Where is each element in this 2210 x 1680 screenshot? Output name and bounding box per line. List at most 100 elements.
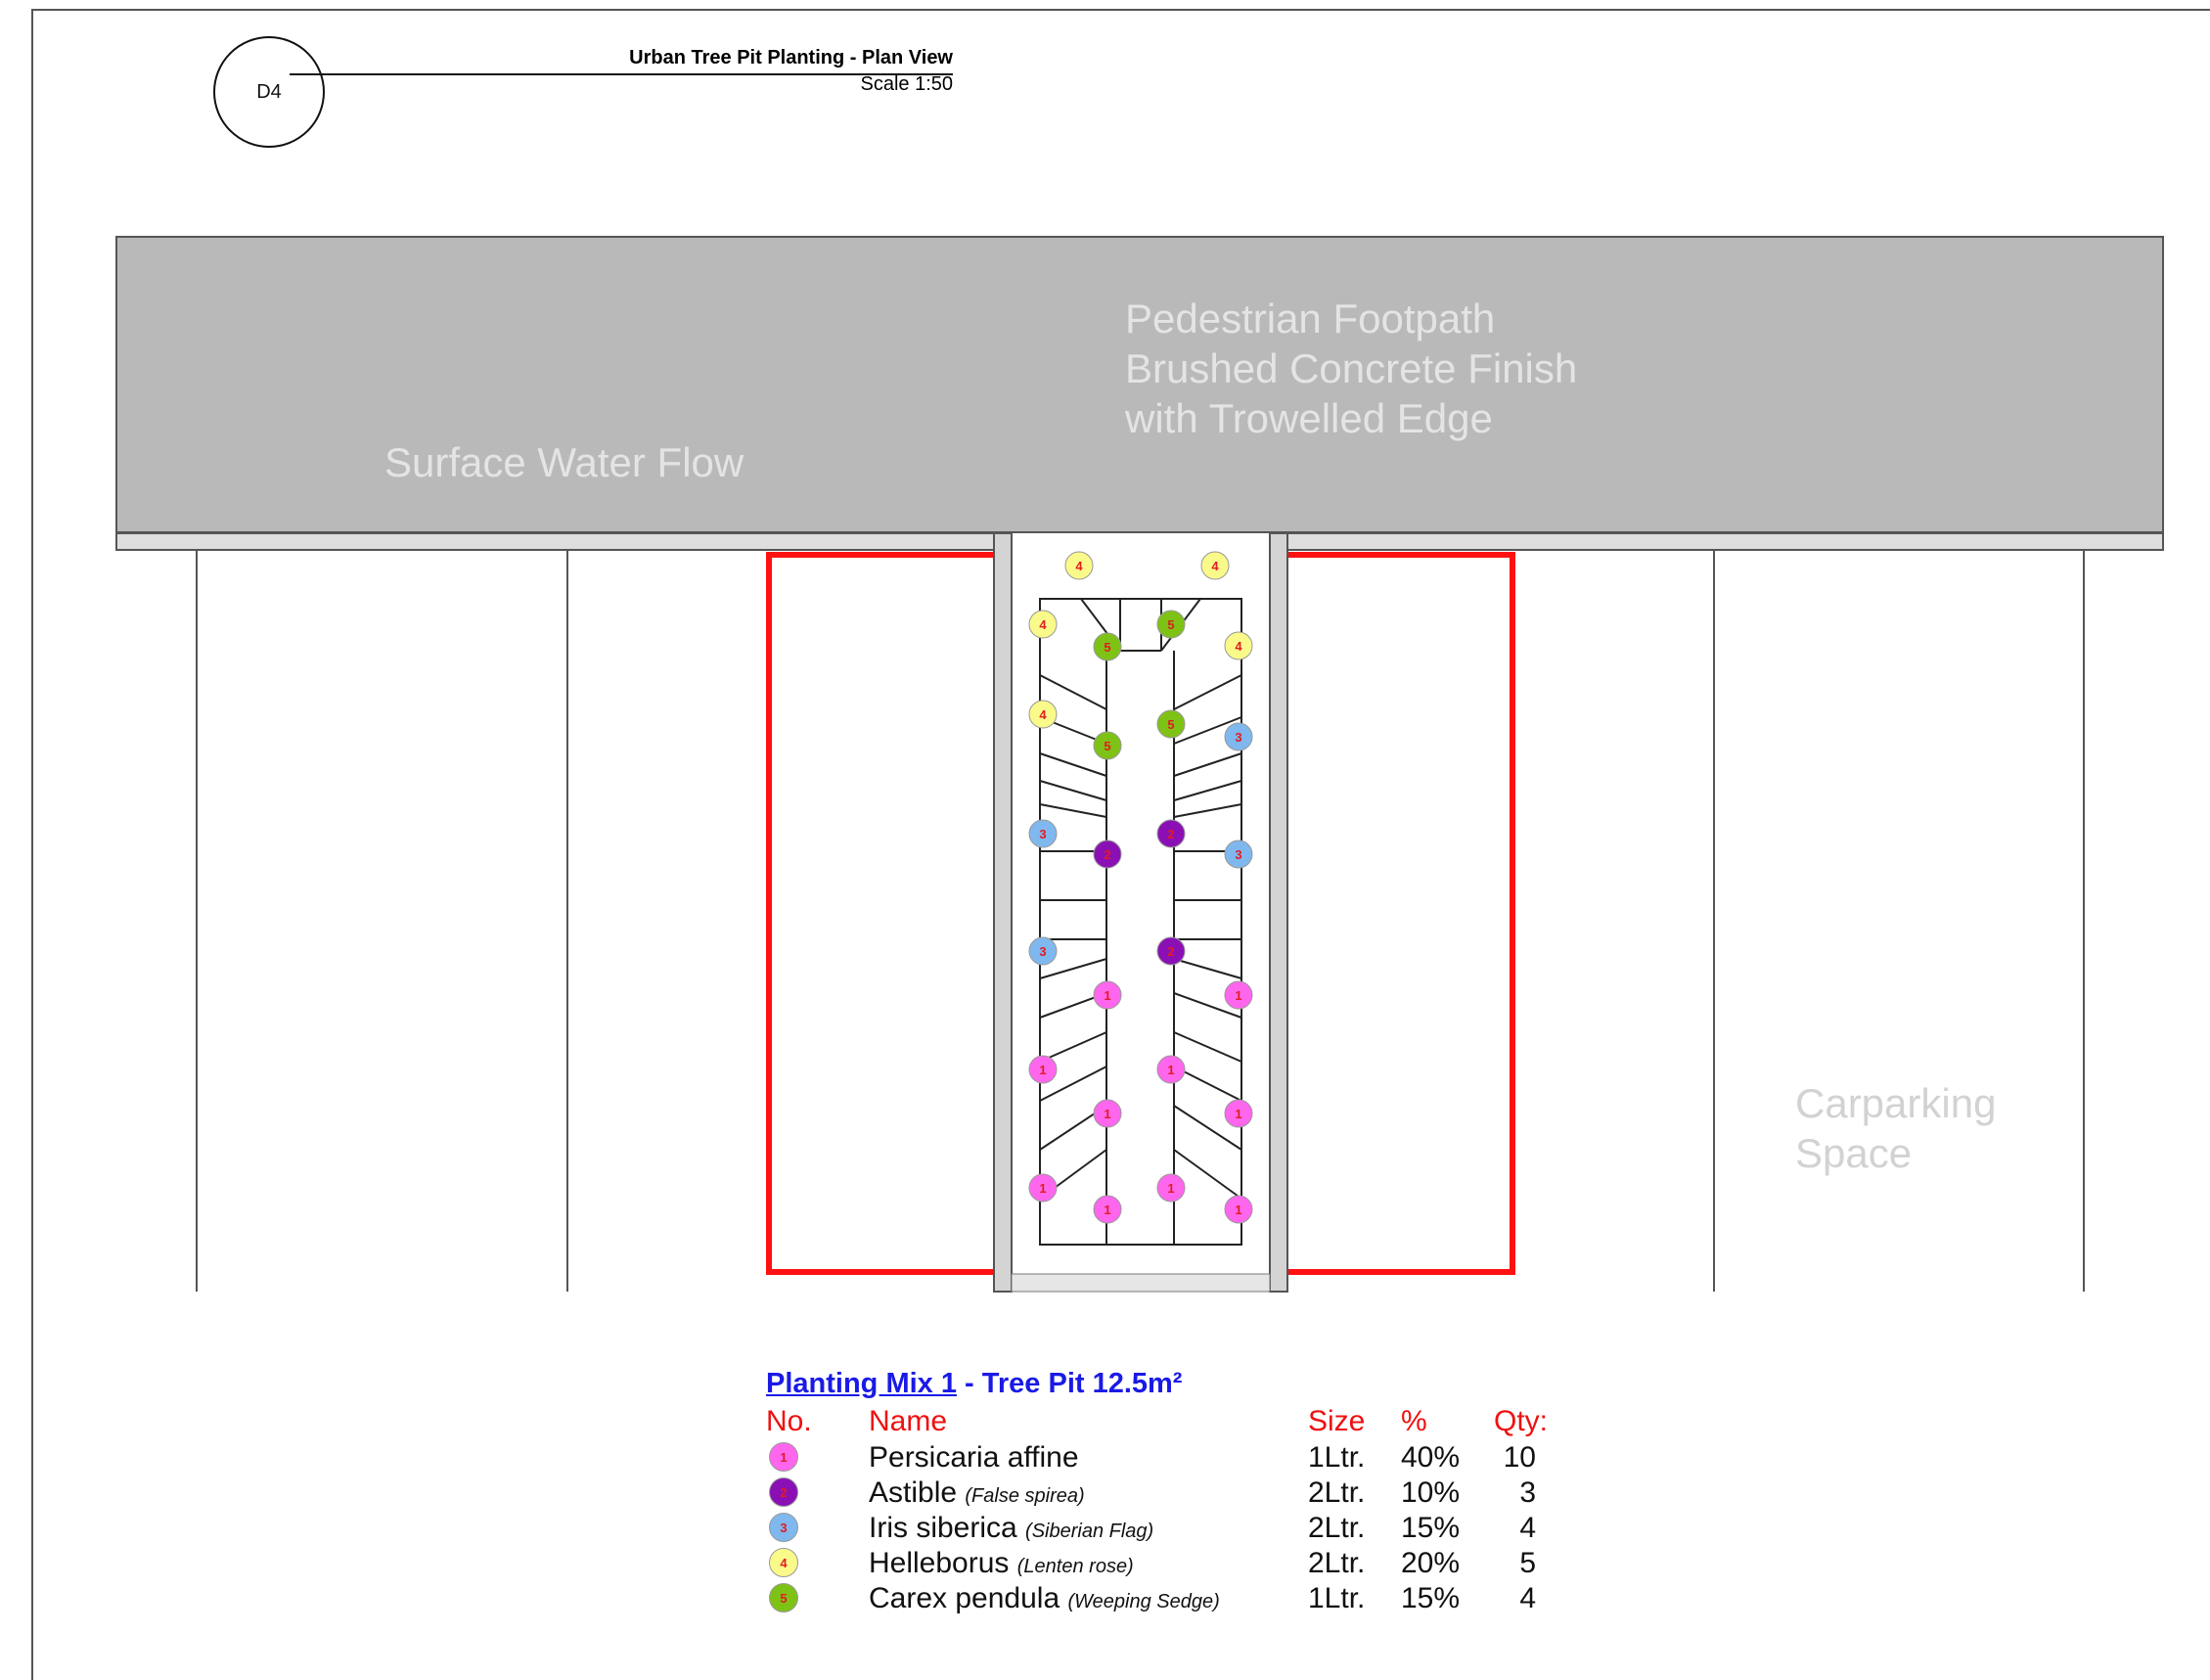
legend-header-pct: %: [1401, 1405, 1427, 1437]
plant-marker-species-1: 1: [1224, 1099, 1253, 1128]
plant-marker-number: 3: [1235, 730, 1241, 745]
plant-marker-number: 4: [1039, 707, 1047, 722]
legend-species-name: Iris siberica (Siberian Flag): [869, 1512, 1153, 1545]
legend-quantity: 5: [1519, 1547, 1536, 1579]
plant-marker-number: 5: [1167, 717, 1174, 732]
plant-marker-number: 1: [1104, 988, 1110, 1003]
plant-marker-number: 3: [1039, 827, 1046, 841]
plant-marker-number: 2: [1167, 944, 1174, 959]
legend-species-latin: Persicaria affine: [869, 1441, 1079, 1474]
plant-marker-number: 1: [1235, 1107, 1241, 1121]
pit-channel-threshold: [1011, 1273, 1271, 1293]
plant-marker-species-4: 4: [1028, 700, 1058, 729]
plant-marker-species-5: 5: [1156, 610, 1186, 639]
plant-marker-species-1: 1: [1224, 1195, 1253, 1224]
legend-species-latin: Helleborus: [869, 1547, 1010, 1579]
footpath-label-line: Brushed Concrete Finish: [1125, 345, 1578, 391]
plant-marker-number: 4: [1235, 639, 1242, 654]
detail-reference-bubble: D4: [213, 36, 325, 148]
legend-quantity: 4: [1519, 1582, 1536, 1614]
plant-marker-number: 1: [1167, 1063, 1174, 1077]
legend-size: 2Ltr.: [1308, 1547, 1366, 1579]
plant-marker-number: 2: [1104, 847, 1110, 862]
plant-marker-number: 5: [1104, 739, 1110, 753]
plant-marker-species-1: 1: [1028, 1173, 1058, 1203]
legend-percentage: 15%: [1401, 1582, 1461, 1614]
plant-marker-number: 3: [1039, 944, 1046, 959]
plant-marker-species-2: 2: [1156, 936, 1186, 966]
legend-species-latin: Carex pendula: [869, 1582, 1060, 1614]
pit-channel-wall-right: [1269, 532, 1288, 1293]
plant-marker-number: 4: [1039, 617, 1047, 632]
plan-view-drawing: 4 4 4 5 5 4 4 5 5 3 3 2 2 3 3 2 1 1 1 1 1 1 1 1 1 1: [115, 236, 2164, 1293]
legend-title-rest: - Tree Pit 12.5m²: [956, 1368, 1183, 1399]
legend-species-name: Persicaria affine: [869, 1441, 1079, 1475]
plant-marker-species-4: 4: [1200, 551, 1230, 580]
legend-species-name: Astible (False spirea): [869, 1476, 1085, 1510]
plant-marker-number: 1: [1039, 1063, 1046, 1077]
carparking-label-line: Space: [1795, 1130, 1913, 1176]
plant-marker-species-3: 3: [1028, 819, 1058, 848]
drawing-scale: Scale 1:50: [860, 73, 953, 95]
plant-marker-number: 1: [1104, 1107, 1110, 1121]
plant-marker-species-5: 5: [1093, 632, 1122, 661]
plant-marker-number: 4: [1211, 559, 1219, 573]
legend-species-latin: Astible: [869, 1476, 958, 1509]
legend-marker-4: 4: [769, 1548, 798, 1577]
legend-percentage: 40%: [1401, 1441, 1461, 1474]
drawing-title: Urban Tree Pit Planting - Plan View: [629, 47, 953, 68]
plant-marker-number: 1: [1167, 1181, 1174, 1196]
pit-channel-wall-left: [993, 532, 1013, 1293]
plant-marker-species-1: 1: [1156, 1173, 1186, 1203]
legend-size: 2Ltr.: [1308, 1512, 1366, 1544]
plant-marker-species-1: 1: [1224, 980, 1253, 1010]
plant-marker-number: 5: [1104, 640, 1110, 655]
footpath-label-line: Pedestrian Footpath: [1125, 295, 1496, 341]
surface-water-flow-label: Surface Water Flow: [384, 439, 744, 485]
plant-marker-number: 3: [1235, 847, 1241, 862]
plant-marker-species-5: 5: [1093, 731, 1122, 760]
legend-title: Planting Mix 1 - Tree Pit 12.5m²: [766, 1368, 1182, 1400]
plant-marker-number: 1: [1235, 1203, 1241, 1217]
legend-species-name: Helleborus (Lenten rose): [869, 1547, 1134, 1580]
legend-species-common: (Weeping Sedge): [1067, 1591, 1220, 1612]
legend-percentage: 10%: [1401, 1476, 1461, 1509]
legend-quantity: 3: [1519, 1476, 1536, 1509]
legend-species-name: Carex pendula (Weeping Sedge): [869, 1582, 1220, 1615]
plant-marker-species-1: 1: [1093, 1195, 1122, 1224]
legend-marker-5: 5: [769, 1583, 798, 1612]
footpath-label: Pedestrian Footpath Brushed Concrete Fin…: [1125, 294, 1577, 443]
legend-marker-3: 3: [769, 1513, 798, 1542]
plant-marker-species-3: 3: [1224, 840, 1253, 869]
legend-species-common: (Lenten rose): [1016, 1556, 1134, 1577]
plant-marker-species-2: 2: [1156, 819, 1186, 848]
legend-species-common: (Siberian Flag): [1025, 1521, 1154, 1542]
plant-marker-species-1: 1: [1093, 980, 1122, 1010]
plant-marker-number: 5: [1167, 617, 1174, 632]
carparking-label-line: Carparking: [1795, 1080, 1997, 1126]
legend-marker-1: 1: [769, 1442, 798, 1472]
plant-marker-species-2: 2: [1093, 840, 1122, 869]
legend-quantity: 10: [1503, 1441, 1536, 1474]
legend-size: 1Ltr.: [1308, 1582, 1366, 1614]
legend-species-common: (False spirea): [965, 1485, 1085, 1507]
plant-marker-species-4: 4: [1064, 551, 1094, 580]
plant-marker-species-4: 4: [1224, 631, 1253, 660]
plant-marker-number: 1: [1104, 1203, 1110, 1217]
plant-marker-number: 2: [1167, 827, 1174, 841]
legend-size: 1Ltr.: [1308, 1441, 1366, 1474]
plant-marker-species-1: 1: [1156, 1055, 1186, 1084]
plant-marker-species-4: 4: [1028, 610, 1058, 639]
legend-size: 2Ltr.: [1308, 1476, 1366, 1509]
legend-header-name: Name: [869, 1405, 948, 1437]
plant-marker-number: 4: [1075, 559, 1083, 573]
plant-marker-number: 1: [1039, 1181, 1046, 1196]
plant-marker-species-3: 3: [1224, 722, 1253, 751]
plant-marker-number: 1: [1235, 988, 1241, 1003]
legend-marker-2: 2: [769, 1477, 798, 1507]
legend-species-latin: Iris siberica: [869, 1512, 1017, 1544]
plant-marker-species-1: 1: [1093, 1099, 1122, 1128]
plant-marker-species-3: 3: [1028, 936, 1058, 966]
plant-marker-species-5: 5: [1156, 709, 1186, 739]
legend-header-qty: Qty:: [1494, 1405, 1549, 1437]
